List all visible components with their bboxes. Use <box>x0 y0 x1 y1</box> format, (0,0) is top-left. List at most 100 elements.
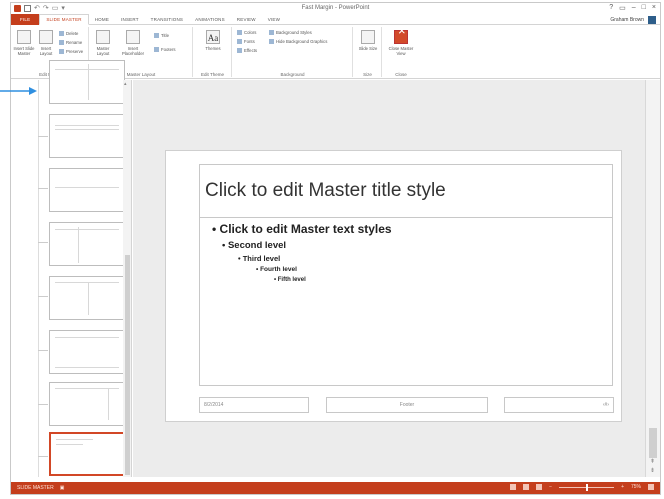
tab-home[interactable]: HOME <box>89 14 115 25</box>
slide-master-icon <box>17 30 31 44</box>
preserve-icon <box>59 49 64 54</box>
slide-sorter-icon[interactable] <box>523 484 530 490</box>
powerpoint-window: ↶ ↷ ▭ ▾ Fast Margin - PowerPoint ? ▭ – □… <box>10 2 661 495</box>
background-styles-dropdown[interactable]: Background Styles <box>269 30 312 35</box>
zoom-in-icon[interactable]: + <box>621 484 624 490</box>
slide-size-icon <box>361 30 375 44</box>
thumbnail-scroll-thumb[interactable] <box>125 255 130 475</box>
title-placeholder-text: Click to edit Master title style <box>205 180 446 201</box>
minimize-button[interactable]: – <box>632 4 636 12</box>
avatar[interactable] <box>648 16 656 24</box>
tab-slide-master[interactable]: SLIDE MASTER <box>39 13 89 25</box>
group-close: Close Master View Close <box>383 27 419 77</box>
zoom-level[interactable]: 75% <box>631 484 641 490</box>
delete-icon <box>59 31 64 36</box>
account-area[interactable]: Graham Brown <box>610 16 656 24</box>
tab-review[interactable]: REVIEW <box>231 14 262 25</box>
thumbnail-connector <box>38 242 48 243</box>
tab-view[interactable]: VIEW <box>262 14 286 25</box>
title-placeholder[interactable]: Click to edit Master title style <box>199 164 613 218</box>
ribbon-tabs: FILE SLIDE MASTER HOME INSERT TRANSITION… <box>11 13 660 25</box>
colors-dropdown[interactable]: Colors <box>237 30 256 35</box>
group-edit-theme: Aa Themes Edit Theme <box>194 27 232 77</box>
vertical-scroll-thumb[interactable] <box>649 428 657 458</box>
text-level-3: • Third level <box>238 254 281 263</box>
thumbnail-layout[interactable] <box>49 222 125 266</box>
account-name: Graham Brown <box>610 17 644 23</box>
group-label-close: Close <box>395 72 407 77</box>
zoom-out-icon[interactable]: − <box>549 484 552 490</box>
text-level-4: • Fourth level <box>256 266 297 273</box>
master-layout-button[interactable]: Master Layout <box>92 30 114 56</box>
status-left: SLIDE MASTER ▣ <box>17 485 64 491</box>
preserve-button[interactable]: Preserve <box>59 49 83 54</box>
thumbnail-layout[interactable] <box>49 330 125 374</box>
close-master-view-button[interactable]: Close Master View <box>388 28 414 56</box>
next-slide-icon[interactable]: ⇟ <box>650 467 655 474</box>
rename-button[interactable]: Rename <box>59 40 82 45</box>
thumbnail-scrollbar[interactable]: ▴ <box>123 80 132 477</box>
maximize-button[interactable]: □ <box>642 4 646 12</box>
thumbnail-layout[interactable] <box>49 168 125 212</box>
insert-slide-master-button[interactable]: Insert Slide Master <box>13 30 35 56</box>
footer-placeholder[interactable]: Footer <box>326 397 488 413</box>
hide-background-checkbox[interactable]: Hide Background Graphics <box>269 39 327 44</box>
language-icon[interactable]: ▣ <box>60 485 65 491</box>
zoom-slider-knob[interactable] <box>586 483 589 491</box>
checkbox-icon <box>154 47 159 52</box>
zoom-slider[interactable] <box>559 483 615 491</box>
footer-placeholder-text: Footer <box>399 402 415 408</box>
group-size: Slide Size Size <box>354 27 382 77</box>
slide-number-placeholder[interactable]: ‹#› <box>504 397 614 413</box>
title-bar: ↶ ↷ ▭ ▾ Fast Margin - PowerPoint ? ▭ – □… <box>11 3 660 14</box>
fit-to-window-icon[interactable] <box>648 484 654 490</box>
ribbon-display-icon[interactable]: ▭ <box>619 4 626 12</box>
thumbnail-layout[interactable] <box>49 114 125 158</box>
colors-icon <box>237 30 242 35</box>
group-label-background: Background <box>280 72 305 77</box>
thumbnail-master[interactable] <box>49 60 125 104</box>
footers-checkbox[interactable]: Footers <box>154 47 176 52</box>
checkbox-icon <box>154 33 159 38</box>
insert-placeholder-button[interactable]: Insert Placeholder <box>118 30 148 56</box>
effects-icon <box>237 48 242 53</box>
normal-view-icon[interactable] <box>510 484 517 490</box>
background-styles-icon <box>269 30 274 35</box>
thumbnail-connector-line <box>38 80 39 477</box>
vertical-scrollbar[interactable]: ⇞ ⇟ <box>645 80 660 477</box>
text-level-1: • Click to edit Master text styles <box>212 222 392 236</box>
date-placeholder[interactable]: 8/2/2014 <box>199 397 309 413</box>
thumbnail-connector <box>38 188 48 189</box>
title-checkbox[interactable]: Title <box>154 33 169 38</box>
tab-animations[interactable]: ANIMATIONS <box>189 14 231 25</box>
delete-button[interactable]: Delete <box>59 31 78 36</box>
master-layout-icon <box>96 30 110 44</box>
thumbnail-connector <box>38 296 48 297</box>
tab-file[interactable]: FILE <box>11 13 40 25</box>
fonts-dropdown[interactable]: Fonts <box>237 39 255 44</box>
thumbnail-connector <box>38 350 48 351</box>
placeholder-icon <box>126 30 140 44</box>
themes-button[interactable]: Aa Themes <box>202 30 224 51</box>
thumbnail-layout[interactable] <box>49 276 125 320</box>
effects-dropdown[interactable]: Effects <box>237 48 257 53</box>
status-right: − + 75% <box>510 483 654 491</box>
window-title: Fast Margin - PowerPoint <box>301 5 370 11</box>
insert-layout-button[interactable]: Insert Layout <box>35 30 57 56</box>
help-icon[interactable]: ? <box>609 4 613 12</box>
tab-insert[interactable]: INSERT <box>115 14 145 25</box>
reading-view-icon[interactable] <box>536 484 543 490</box>
body-placeholder[interactable]: • Click to edit Master text styles • Sec… <box>199 218 613 386</box>
close-master-view-icon <box>394 28 408 44</box>
scroll-up-icon[interactable]: ▴ <box>124 81 127 87</box>
tab-transitions[interactable]: TRANSITIONS <box>145 14 189 25</box>
thumbnail-connector <box>38 136 48 137</box>
slide-size-button[interactable]: Slide Size <box>357 30 379 51</box>
group-label-size: Size <box>363 72 372 77</box>
slide-master-canvas[interactable]: Click to edit Master title style • Click… <box>165 150 622 422</box>
thumbnail-layout-selected[interactable] <box>49 432 125 476</box>
close-button[interactable]: × <box>652 4 656 12</box>
thumbnail-layout[interactable] <box>49 382 125 426</box>
thumbnail-connector <box>38 456 48 457</box>
previous-slide-icon[interactable]: ⇞ <box>650 458 655 465</box>
